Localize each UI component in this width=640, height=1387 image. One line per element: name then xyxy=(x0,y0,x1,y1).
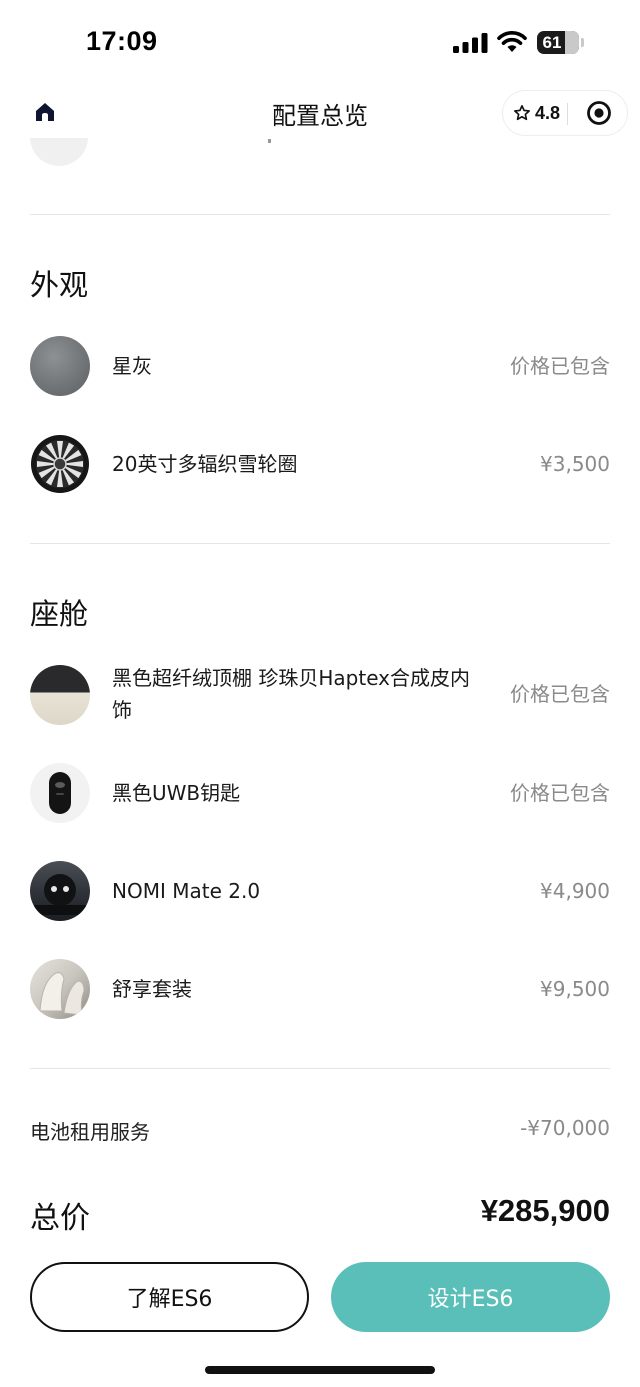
cabin-item-nomi[interactable]: NOMI Mate 2.0 ¥4,900 xyxy=(30,861,610,921)
item-price: 价格已包含 xyxy=(510,682,610,706)
item-price: 价格已包含 xyxy=(510,354,610,378)
battery-rental-label: 电池租用服务 xyxy=(30,1120,150,1144)
config-overview-page: 17:09 61 配置总览 4.8 外观 星灰 价格已包含 20英寸多辐织雪轮圈… xyxy=(0,0,640,1387)
uwb-key-icon xyxy=(30,763,90,823)
item-name-line-1: 黑色超纤绒顶棚 珍珠贝Haptex合成皮内 xyxy=(112,666,470,690)
status-time: 17:09 xyxy=(86,26,158,56)
mini-program-capsule: 4.8 xyxy=(502,90,628,136)
section-divider xyxy=(30,1068,610,1069)
cabin-item-comfort-package[interactable]: 舒享套装 ¥9,500 xyxy=(30,959,610,1019)
item-name: 黑色UWB钥匙 xyxy=(112,781,241,805)
target-icon[interactable] xyxy=(586,100,612,126)
cabin-item-interior[interactable]: 黑色超纤绒顶棚 珍珠贝Haptex合成皮内 饰 价格已包含 xyxy=(30,660,610,732)
wheel-rim-icon xyxy=(30,434,90,494)
item-name: NOMI Mate 2.0 xyxy=(112,879,261,903)
interior-swatch xyxy=(30,665,90,725)
capsule-divider xyxy=(567,103,568,125)
total-price-value: ¥285,900 xyxy=(480,1193,610,1228)
learn-es6-button[interactable]: 了解ES6 xyxy=(30,1262,309,1332)
item-name: 20英寸多辐织雪轮圈 xyxy=(112,452,298,476)
wifi-icon xyxy=(497,31,527,52)
cabin-section-title: 座舱 xyxy=(30,597,89,631)
seat-package-icon xyxy=(30,959,90,1019)
exterior-section-title: 外观 xyxy=(30,268,89,302)
section-divider xyxy=(30,214,610,215)
battery-empty-portion xyxy=(565,31,579,54)
section-divider xyxy=(30,543,610,544)
battery-level: 61 xyxy=(542,33,562,52)
star-icon xyxy=(514,105,530,121)
home-indicator[interactable] xyxy=(205,1366,435,1374)
item-name-line-2: 饰 xyxy=(112,698,132,722)
battery-rental-value: -¥70,000 xyxy=(520,1116,610,1140)
design-es6-button[interactable]: 设计ES6 xyxy=(331,1262,610,1332)
item-price: ¥9,500 xyxy=(540,977,610,1001)
cabin-item-uwb-key[interactable]: 黑色UWB钥匙 价格已包含 xyxy=(30,763,610,823)
item-price: ¥3,500 xyxy=(540,452,610,476)
battery-icon: 61 xyxy=(537,31,579,54)
total-price-label: 总价 xyxy=(30,1201,90,1236)
rating-button[interactable]: 4.8 xyxy=(513,91,560,135)
home-icon[interactable] xyxy=(33,100,57,124)
previous-item-text-fragment xyxy=(268,139,271,143)
item-name: 星灰 xyxy=(112,354,152,378)
item-name: 舒享套装 xyxy=(112,977,192,1001)
exterior-item-wheels[interactable]: 20英寸多辐织雪轮圈 ¥3,500 xyxy=(30,434,610,494)
battery-cap xyxy=(581,38,584,47)
rating-value: 4.8 xyxy=(535,102,561,123)
item-price: 价格已包含 xyxy=(510,781,610,805)
nomi-robot-icon xyxy=(30,861,90,921)
item-price: ¥4,900 xyxy=(540,879,610,903)
gray-paint-swatch xyxy=(30,336,90,396)
exterior-item-paint[interactable]: 星灰 价格已包含 xyxy=(30,336,610,396)
cellular-signal-icon xyxy=(453,33,488,53)
page-title: 配置总览 xyxy=(272,102,368,130)
status-bar: 17:09 61 xyxy=(0,0,640,86)
